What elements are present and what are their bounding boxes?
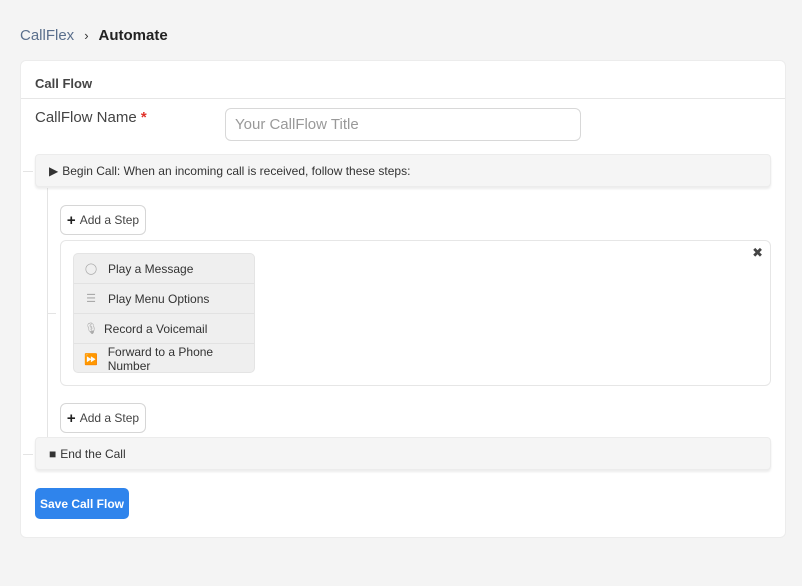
add-step-button[interactable]: + Add a Step	[60, 403, 146, 433]
begin-call-step: ▶ Begin Call: When an incoming call is r…	[35, 154, 771, 187]
add-step-button[interactable]: + Add a Step	[60, 205, 146, 235]
tree-connector	[23, 454, 33, 455]
close-icon[interactable]: ✖	[752, 245, 763, 261]
end-call-label: End the Call	[60, 446, 126, 461]
tree-connector	[47, 313, 56, 314]
option-label: Record a Voicemail	[104, 321, 208, 336]
button-label: Add a Step	[79, 411, 140, 425]
breadcrumb-current: Automate	[98, 27, 168, 44]
label-text: CallFlow Name	[35, 109, 137, 126]
card-title: Call Flow	[35, 76, 93, 91]
option-play-message[interactable]: ◯ Play a Message	[74, 254, 254, 284]
breadcrumb: CallFlex › Automate	[20, 27, 168, 44]
option-label: Forward to a Phone Number	[107, 345, 214, 373]
end-call-step: ■ End the Call	[35, 437, 771, 470]
plus-icon: +	[66, 409, 76, 427]
option-label: Play Menu Options	[108, 291, 210, 306]
play-triangle-icon: ▶	[49, 163, 59, 178]
callflow-name-input[interactable]	[225, 108, 581, 141]
tree-connector	[23, 171, 33, 172]
begin-call-label: Begin Call: When an incoming call is rec…	[62, 163, 411, 178]
plus-icon: +	[66, 211, 76, 229]
breadcrumb-home-link[interactable]: CallFlex	[20, 27, 74, 44]
option-label: Play a Message	[108, 261, 194, 276]
step-options-panel: ✖ ◯ Play a Message ☰ Play Menu Options 🎙 Re…	[60, 240, 771, 386]
call-flow-card: Call Flow CallFlow Name * ▶ Begin Call: …	[20, 60, 786, 538]
option-forward-number[interactable]: ⏩ Forward to a Phone Number	[74, 344, 254, 374]
option-record-voicemail[interactable]: 🎙 Record a Voicemail	[74, 314, 254, 344]
fast-forward-icon: ⏩	[84, 353, 98, 366]
button-label: Add a Step	[79, 213, 140, 227]
save-call-flow-button[interactable]: Save Call Flow	[35, 488, 129, 519]
step-options-menu: ◯ Play a Message ☰ Play Menu Options 🎙 Reco…	[73, 253, 255, 373]
chevron-right-icon: ›	[84, 28, 89, 43]
list-icon: ☰	[86, 293, 96, 305]
divider	[21, 98, 785, 99]
option-play-menu[interactable]: ☰ Play Menu Options	[74, 284, 254, 314]
tree-line	[47, 188, 48, 440]
stop-square-icon: ■	[49, 446, 57, 461]
callflow-name-label: CallFlow Name *	[35, 109, 147, 126]
microphone-icon: 🎙	[84, 323, 98, 335]
required-mark: *	[140, 109, 147, 126]
speech-bubble-icon: ◯	[84, 263, 98, 275]
